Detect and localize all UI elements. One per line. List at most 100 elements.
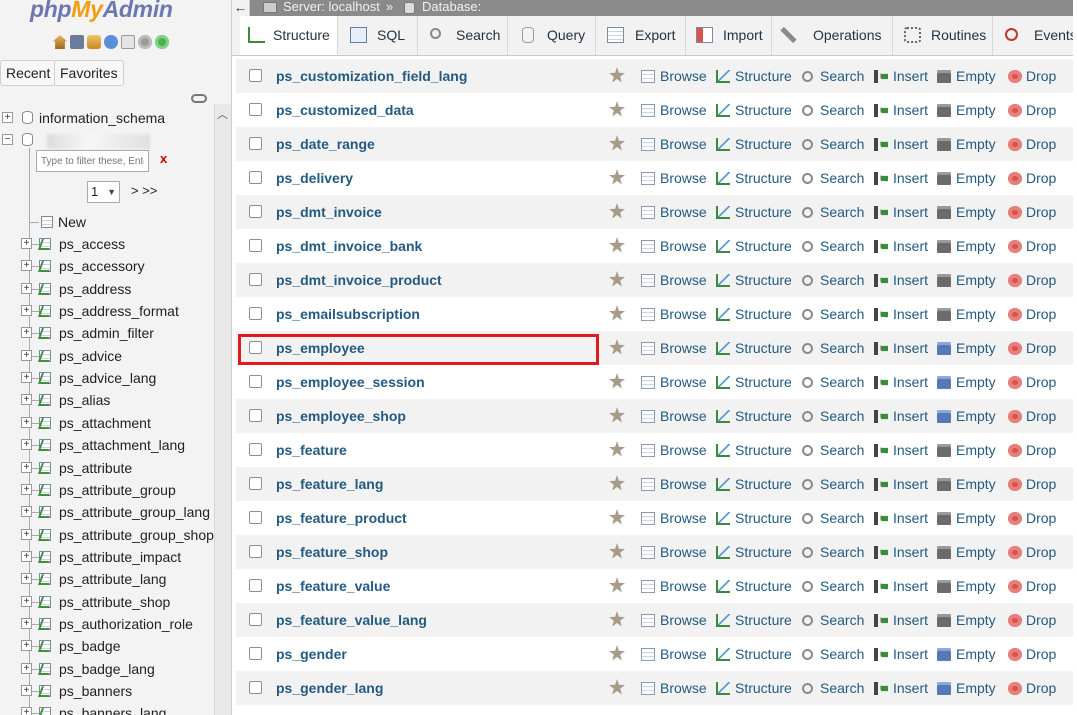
structure-link[interactable]: Structure (735, 340, 792, 356)
search-icon[interactable] (802, 207, 813, 218)
empty-icon[interactable] (937, 648, 951, 661)
structure-link[interactable]: Structure (735, 612, 792, 628)
insert-link[interactable]: Insert (893, 136, 928, 152)
browse-icon[interactable] (641, 512, 655, 525)
structure-link[interactable]: Structure (735, 102, 792, 118)
drop-link[interactable]: Drop (1026, 578, 1056, 594)
empty-icon[interactable] (937, 410, 951, 423)
drop-icon[interactable] (1008, 478, 1022, 491)
browse-icon[interactable] (641, 274, 655, 287)
expand-icon[interactable]: + (21, 573, 32, 585)
link-with-main-panel-icon[interactable] (191, 94, 207, 103)
sidebar-item-table[interactable]: + ps_banners (0, 680, 214, 702)
sidebar-item-table[interactable]: + ps_attachment (0, 412, 214, 434)
search-link[interactable]: Search (820, 646, 864, 662)
table-name-link[interactable]: ps_employee_shop (276, 408, 406, 424)
empty-link[interactable]: Empty (956, 374, 996, 390)
empty-icon[interactable] (937, 580, 951, 593)
table-name-link[interactable]: ps_dmt_invoice_bank (276, 238, 422, 254)
table-name-link[interactable]: ps_employee (276, 340, 365, 356)
favorite-star-icon[interactable] (609, 135, 625, 151)
browse-link[interactable]: Browse (660, 272, 707, 288)
insert-link[interactable]: Insert (893, 102, 928, 118)
tab-sql[interactable]: SQL (338, 16, 418, 55)
insert-link[interactable]: Insert (893, 170, 928, 186)
search-link[interactable]: Search (820, 408, 864, 424)
empty-link[interactable]: Empty (956, 170, 996, 186)
expand-icon[interactable]: + (21, 595, 32, 607)
insert-link[interactable]: Insert (893, 442, 928, 458)
search-link[interactable]: Search (820, 510, 864, 526)
expand-icon[interactable]: + (21, 483, 32, 495)
empty-link[interactable]: Empty (956, 476, 996, 492)
browse-link[interactable]: Browse (660, 646, 707, 662)
expand-icon[interactable]: + (21, 327, 32, 339)
phpmyadmin-logo[interactable]: phpMyAdmin (30, 0, 173, 23)
row-checkbox[interactable] (249, 103, 262, 116)
browse-link[interactable]: Browse (660, 136, 707, 152)
search-link[interactable]: Search (820, 476, 864, 492)
expand-icon[interactable]: + (21, 640, 32, 652)
row-checkbox[interactable] (249, 137, 262, 150)
empty-icon[interactable] (937, 138, 951, 151)
structure-icon[interactable] (716, 342, 730, 355)
search-icon[interactable] (802, 445, 813, 456)
help-icon[interactable] (104, 35, 118, 49)
structure-link[interactable]: Structure (735, 204, 792, 220)
tab-query[interactable]: Query (508, 16, 596, 55)
favorite-star-icon[interactable] (609, 169, 625, 185)
structure-link[interactable]: Structure (735, 374, 792, 390)
browse-icon[interactable] (641, 240, 655, 253)
sidebar-item-table[interactable]: + ps_attachment_lang (0, 434, 214, 456)
insert-link[interactable]: Insert (893, 408, 928, 424)
structure-icon[interactable] (716, 682, 730, 695)
browse-link[interactable]: Browse (660, 102, 707, 118)
favorite-star-icon[interactable] (609, 407, 625, 423)
row-checkbox[interactable] (249, 69, 262, 82)
row-checkbox[interactable] (249, 647, 262, 660)
insert-link[interactable]: Insert (893, 340, 928, 356)
page-select[interactable]: 1 (87, 181, 120, 203)
empty-icon[interactable] (937, 614, 951, 627)
row-checkbox[interactable] (249, 205, 262, 218)
expand-icon[interactable]: + (21, 685, 32, 696)
drop-icon[interactable] (1008, 512, 1022, 525)
structure-icon[interactable] (716, 70, 730, 83)
tab-structure[interactable]: Structure (240, 16, 338, 55)
browse-link[interactable]: Browse (660, 306, 707, 322)
drop-link[interactable]: Drop (1026, 510, 1056, 526)
structure-icon[interactable] (716, 274, 730, 287)
expand-icon[interactable]: + (21, 617, 32, 629)
expand-icon[interactable]: + (21, 707, 32, 715)
search-icon[interactable] (802, 343, 813, 354)
empty-link[interactable]: Empty (956, 102, 996, 118)
table-name-link[interactable]: ps_employee_session (276, 374, 425, 390)
structure-link[interactable]: Structure (735, 680, 792, 696)
table-name-link[interactable]: ps_dmt_invoice (276, 204, 382, 220)
structure-link[interactable]: Structure (735, 272, 792, 288)
tab-import[interactable]: Import (686, 16, 772, 55)
tab-routines[interactable]: Routines (893, 16, 993, 55)
sidebar-item-table[interactable]: + ps_attribute (0, 457, 214, 479)
browse-icon[interactable] (641, 444, 655, 457)
expand-icon[interactable]: + (21, 238, 32, 249)
favorite-star-icon[interactable] (609, 543, 625, 559)
expand-icon[interactable]: + (21, 416, 32, 428)
structure-link[interactable]: Structure (735, 646, 792, 662)
favorite-star-icon[interactable] (609, 101, 625, 117)
empty-link[interactable]: Empty (956, 680, 996, 696)
search-link[interactable]: Search (820, 612, 864, 628)
empty-icon[interactable] (937, 682, 951, 695)
search-icon[interactable] (802, 649, 813, 660)
search-link[interactable]: Search (820, 272, 864, 288)
favorite-star-icon[interactable] (609, 373, 625, 389)
scroll-up-arrow-icon[interactable]: ︿ (214, 106, 231, 124)
insert-icon[interactable] (874, 104, 888, 117)
search-link[interactable]: Search (820, 204, 864, 220)
insert-link[interactable]: Insert (893, 374, 928, 390)
clear-filter-button[interactable]: x (160, 151, 167, 166)
sidebar-item-table[interactable]: + ps_attribute_group_shop (0, 524, 214, 546)
insert-link[interactable]: Insert (893, 68, 928, 84)
drop-link[interactable]: Drop (1026, 238, 1056, 254)
drop-icon[interactable] (1008, 410, 1022, 423)
